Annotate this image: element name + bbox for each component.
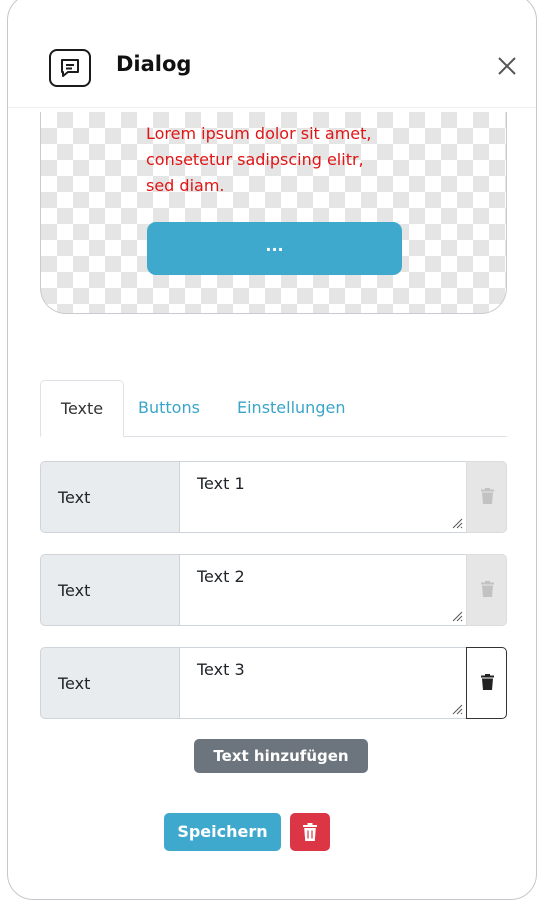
trash-icon <box>481 674 494 690</box>
delete-row-button[interactable] <box>466 647 507 719</box>
close-icon[interactable] <box>496 55 518 77</box>
chat-icon <box>49 49 91 87</box>
delete-dialog-button[interactable] <box>290 813 330 851</box>
preview-text-line: sed diam. <box>146 176 225 195</box>
delete-row-button <box>466 554 507 626</box>
text-input-value: Text 1 <box>197 474 245 493</box>
text-row: Text Text 3 <box>40 647 507 719</box>
delete-row-button <box>466 461 507 533</box>
text-row-label: Text <box>40 554 180 626</box>
resize-handle-icon[interactable] <box>451 517 463 529</box>
preview-text-line: Lorem ipsum dolor sit amet, <box>146 124 372 143</box>
dialog-title: Dialog <box>116 52 192 76</box>
text-input-value: Text 3 <box>197 660 245 679</box>
tab-texte[interactable]: Texte <box>40 380 124 437</box>
text-input[interactable]: Text 1 <box>179 461 467 533</box>
preview-button[interactable]: ... <box>147 222 402 275</box>
resize-handle-icon[interactable] <box>451 610 463 622</box>
preview-text: Lorem ipsum dolor sit amet, consetetur s… <box>146 121 406 199</box>
resize-handle-icon[interactable] <box>451 703 463 715</box>
text-row: Text Text 1 <box>40 461 507 533</box>
text-input[interactable]: Text 3 <box>179 647 467 719</box>
text-input-value: Text 2 <box>197 567 245 586</box>
add-text-button[interactable]: Text hinzufügen <box>194 739 368 773</box>
trash-icon <box>481 581 494 597</box>
trash-icon <box>303 823 317 841</box>
preview-text-line: consetetur sadipscing elitr, <box>146 150 364 169</box>
text-row-label: Text <box>40 461 180 533</box>
text-row-label: Text <box>40 647 180 719</box>
text-row: Text Text 2 <box>40 554 507 626</box>
tab-einstellungen[interactable]: Einstellungen <box>237 380 345 436</box>
tab-buttons[interactable]: Buttons <box>138 380 200 436</box>
dialog-header: Dialog <box>8 0 536 108</box>
tab-bar: Texte Buttons Einstellungen <box>40 380 507 437</box>
dialog-preview: Lorem ipsum dolor sit amet, consetetur s… <box>40 112 507 314</box>
save-button[interactable]: Speichern <box>164 813 281 851</box>
trash-icon <box>481 488 494 504</box>
text-input[interactable]: Text 2 <box>179 554 467 626</box>
